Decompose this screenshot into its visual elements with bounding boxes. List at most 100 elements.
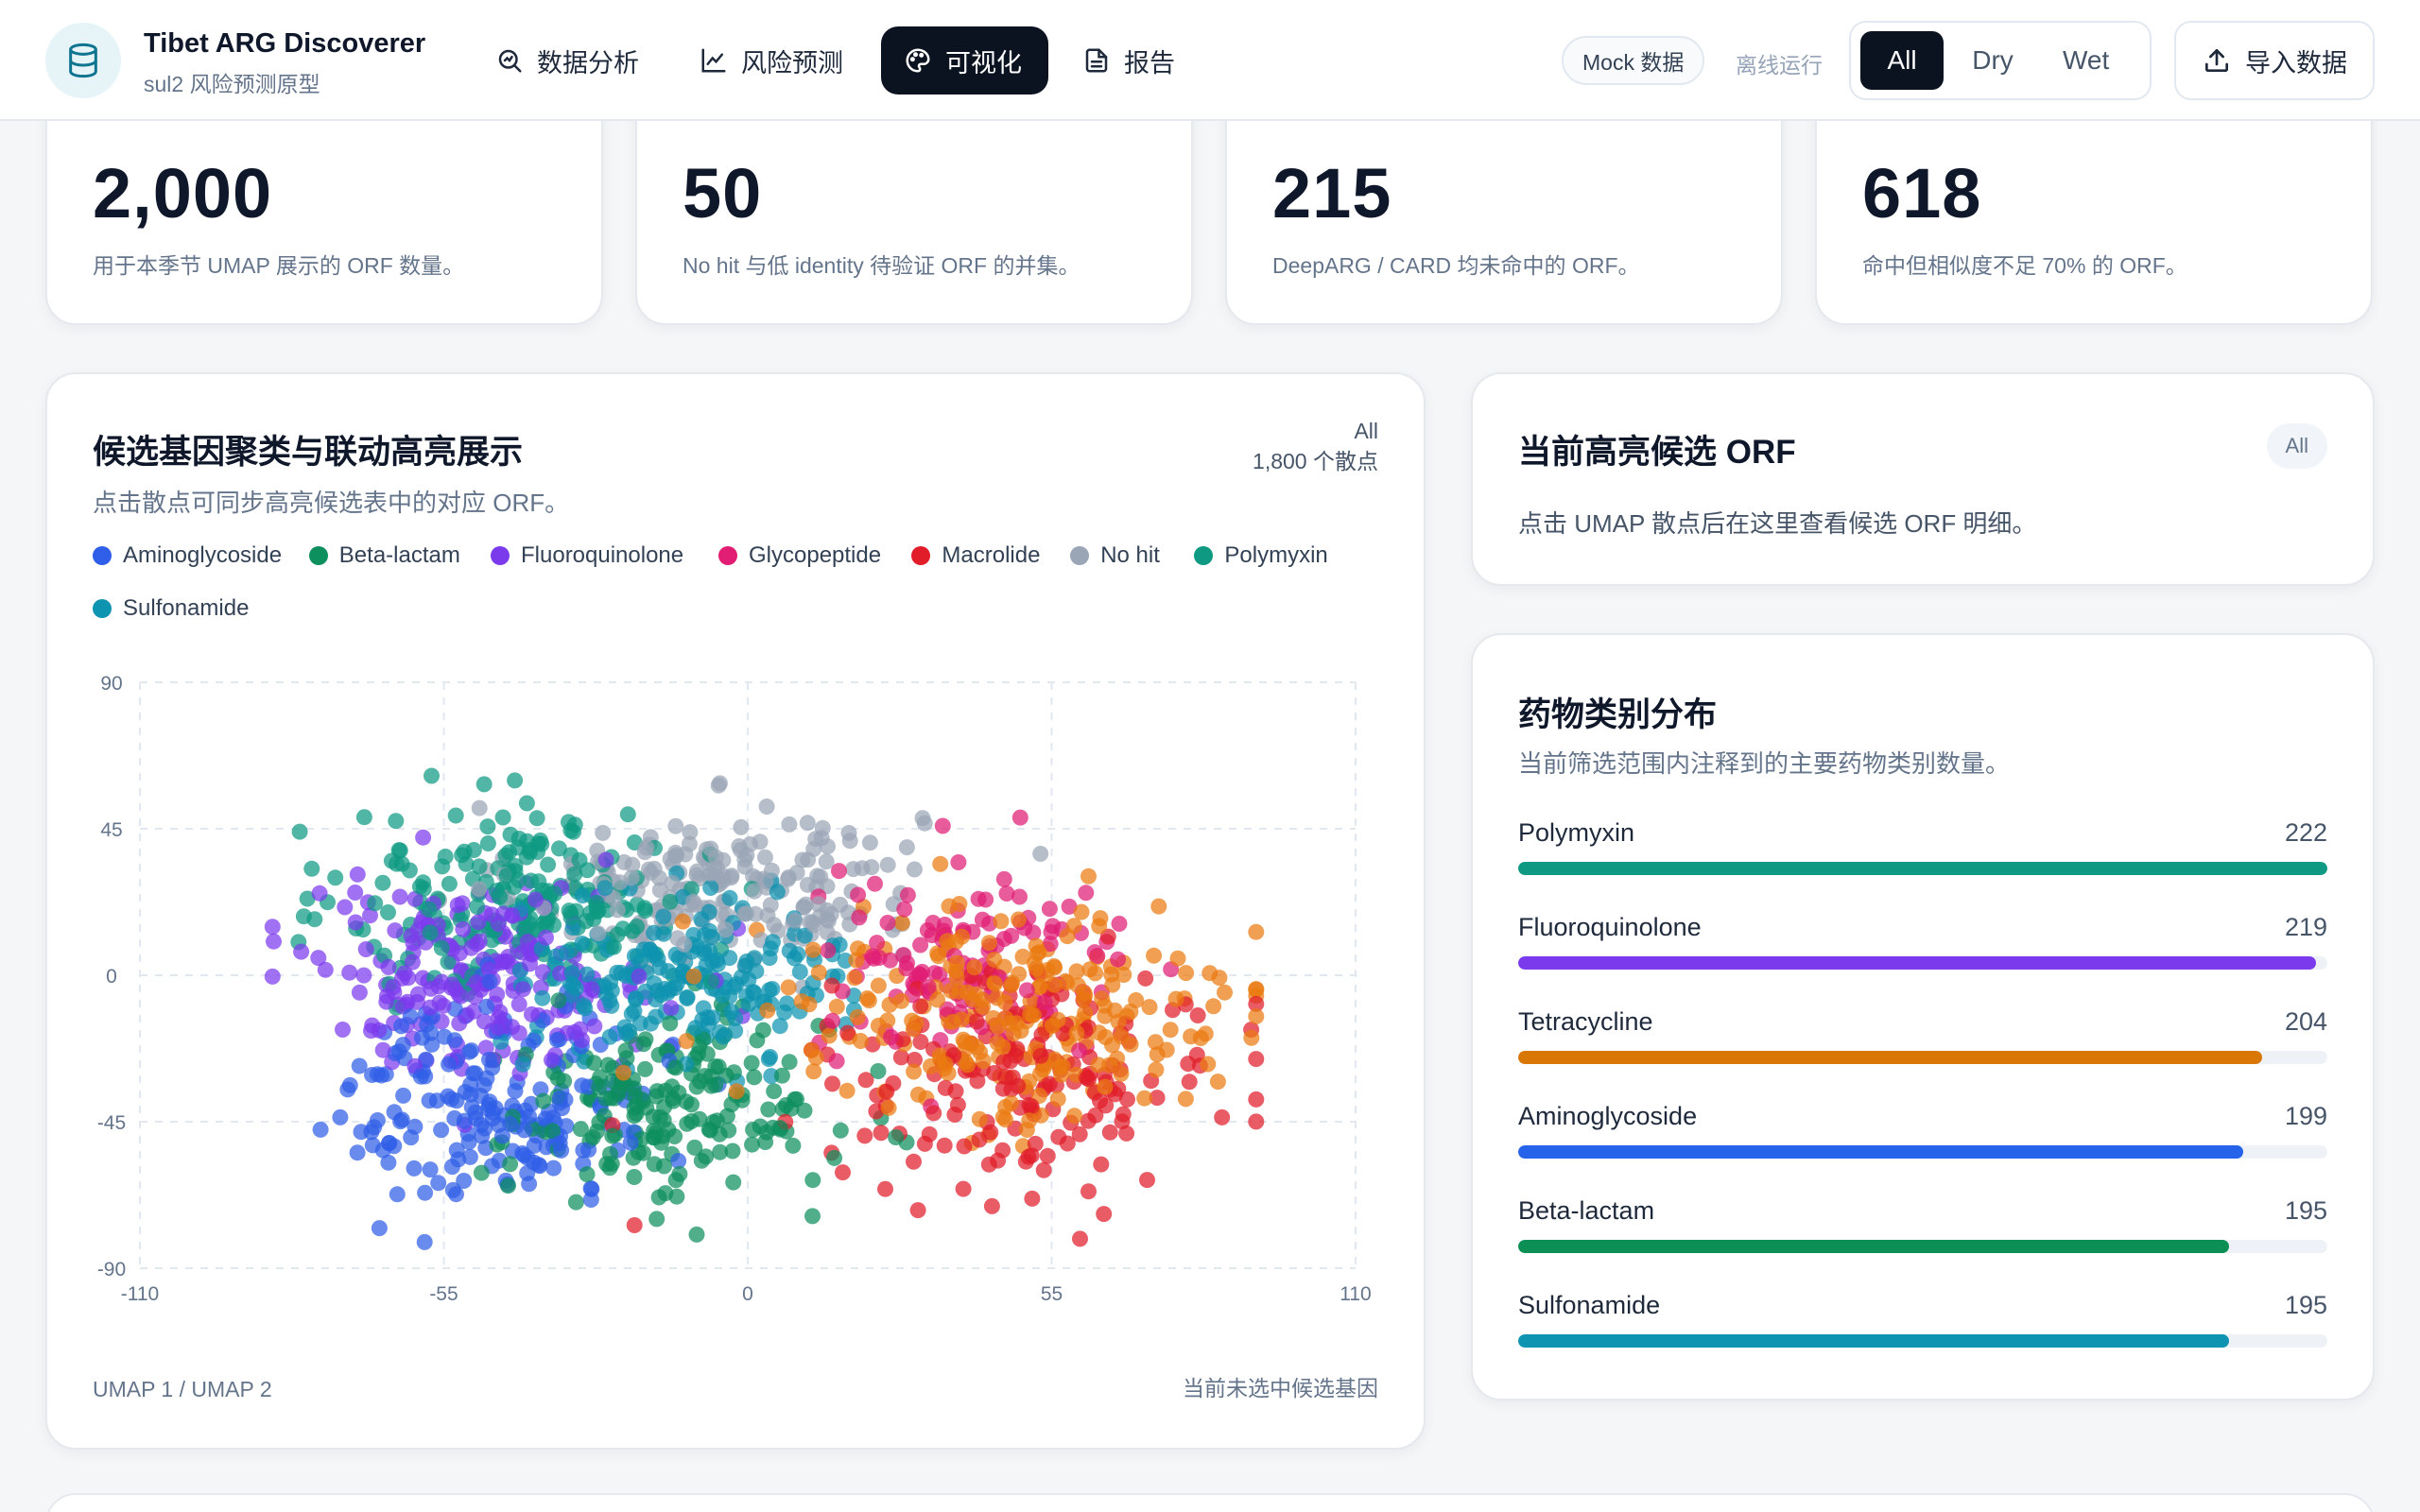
scatter-point[interactable] — [501, 844, 518, 861]
scatter-point[interactable] — [1011, 911, 1027, 928]
scatter-point[interactable] — [456, 1173, 473, 1189]
scatter-point[interactable] — [916, 815, 933, 832]
scatter-point[interactable] — [635, 941, 652, 958]
scatter-point[interactable] — [906, 861, 923, 878]
scatter-point[interactable] — [1169, 950, 1186, 967]
scatter-point[interactable] — [303, 860, 320, 877]
scatter-point[interactable] — [936, 1137, 953, 1154]
scatter-point[interactable] — [502, 1115, 519, 1132]
scatter-point[interactable] — [1075, 990, 1092, 1007]
scatter-point[interactable] — [1021, 1112, 1038, 1129]
scatter-point[interactable] — [311, 885, 328, 902]
scatter-point[interactable] — [609, 964, 626, 981]
scatter-point[interactable] — [879, 915, 896, 931]
scatter-point[interactable] — [538, 929, 554, 946]
scatter-point[interactable] — [852, 1033, 869, 1049]
scatter-point[interactable] — [1192, 1030, 1209, 1046]
scatter-point[interactable] — [1020, 1148, 1037, 1165]
scatter-point[interactable] — [369, 1112, 386, 1128]
scatter-point[interactable] — [454, 895, 471, 912]
scatter-point[interactable] — [339, 1081, 356, 1098]
scatter-point[interactable] — [851, 909, 868, 926]
scatter-point[interactable] — [604, 1127, 621, 1144]
scatter-point[interactable] — [433, 973, 450, 990]
scatter-point[interactable] — [1005, 1025, 1022, 1042]
scatter-point[interactable] — [649, 951, 666, 968]
scatter-point[interactable] — [743, 1055, 760, 1072]
scatter-point[interactable] — [421, 902, 438, 918]
scatter-point[interactable] — [702, 880, 719, 896]
scatter-point[interactable] — [1066, 1108, 1083, 1125]
scatter-point[interactable] — [906, 1063, 923, 1080]
scatter-point[interactable] — [380, 958, 397, 975]
scatter-point[interactable] — [562, 909, 579, 926]
scatter-point[interactable] — [1248, 923, 1265, 940]
scatter-point[interactable] — [738, 905, 755, 922]
scatter-point[interactable] — [546, 885, 563, 902]
scatter-point[interactable] — [433, 1122, 450, 1139]
scatter-point[interactable] — [577, 1000, 594, 1017]
scatter-point[interactable] — [831, 863, 847, 880]
scatter-point[interactable] — [685, 893, 701, 910]
scatter-point[interactable] — [1141, 999, 1158, 1016]
scatter-point[interactable] — [648, 1211, 666, 1228]
scatter-point[interactable] — [957, 1034, 974, 1051]
scatter-point[interactable] — [925, 915, 942, 931]
scatter-point[interactable] — [883, 1029, 900, 1045]
scatter-point[interactable] — [849, 1008, 866, 1025]
scatter-point[interactable] — [430, 1175, 447, 1192]
scatter-point[interactable] — [614, 920, 631, 937]
scatter-point[interactable] — [982, 1124, 999, 1141]
scatter-point[interactable] — [1243, 1029, 1260, 1046]
scatter-point[interactable] — [441, 1056, 458, 1073]
scatter-point[interactable] — [455, 920, 472, 937]
scatter-point[interactable] — [1011, 809, 1028, 826]
scatter-point[interactable] — [791, 963, 808, 980]
scatter-point[interactable] — [551, 1091, 568, 1107]
scatter-point[interactable] — [707, 849, 724, 866]
scatter-point[interactable] — [746, 1069, 763, 1086]
scatter-point[interactable] — [1030, 944, 1047, 961]
scatter-point[interactable] — [367, 895, 384, 912]
scatter-point[interactable] — [712, 775, 728, 792]
scatter-point[interactable] — [860, 992, 877, 1009]
scatter-point[interactable] — [1097, 1078, 1114, 1095]
scatter-point[interactable] — [1073, 903, 1090, 920]
scatter-point[interactable] — [574, 936, 591, 952]
scatter-point[interactable] — [1137, 970, 1154, 987]
scatter-point[interactable] — [1248, 1051, 1265, 1068]
scatter-point[interactable] — [745, 1122, 762, 1138]
scatter-point[interactable] — [994, 1142, 1011, 1159]
scatter-point[interactable] — [1248, 1113, 1265, 1130]
scatter-point[interactable] — [867, 875, 883, 892]
scatter-point[interactable] — [995, 870, 1012, 887]
scatter-point[interactable] — [595, 824, 612, 841]
scatter-point[interactable] — [971, 1110, 988, 1127]
scatter-point[interactable] — [1148, 1061, 1165, 1078]
scatter-point[interactable] — [1059, 928, 1076, 945]
scatter-point[interactable] — [590, 925, 607, 942]
scatter-point[interactable] — [701, 922, 718, 939]
scatter-point[interactable] — [723, 1004, 740, 1021]
scatter-point[interactable] — [416, 1233, 433, 1250]
scatter-point[interactable] — [733, 818, 750, 835]
scatter-point[interactable] — [835, 1164, 851, 1181]
scatter-point[interactable] — [521, 1108, 538, 1125]
scatter-point[interactable] — [934, 817, 951, 834]
scatter-point[interactable] — [1003, 977, 1020, 993]
scatter-point[interactable] — [1036, 994, 1053, 1011]
scatter-point[interactable] — [949, 1096, 966, 1113]
scatter-point[interactable] — [291, 823, 308, 840]
scatter-point[interactable] — [317, 961, 334, 978]
scatter-point[interactable] — [551, 840, 567, 857]
scatter-point[interactable] — [1110, 951, 1127, 968]
scatter-point[interactable] — [610, 1086, 627, 1103]
scatter-point[interactable] — [502, 1156, 519, 1173]
scatter-point[interactable] — [347, 885, 364, 901]
scatter-point[interactable] — [549, 1032, 565, 1048]
scatter-point[interactable] — [667, 817, 684, 834]
scatter-point[interactable] — [702, 865, 719, 882]
scatter-point[interactable] — [983, 1197, 1000, 1214]
scatter-point[interactable] — [812, 868, 829, 885]
scatter-point[interactable] — [1025, 1006, 1042, 1023]
